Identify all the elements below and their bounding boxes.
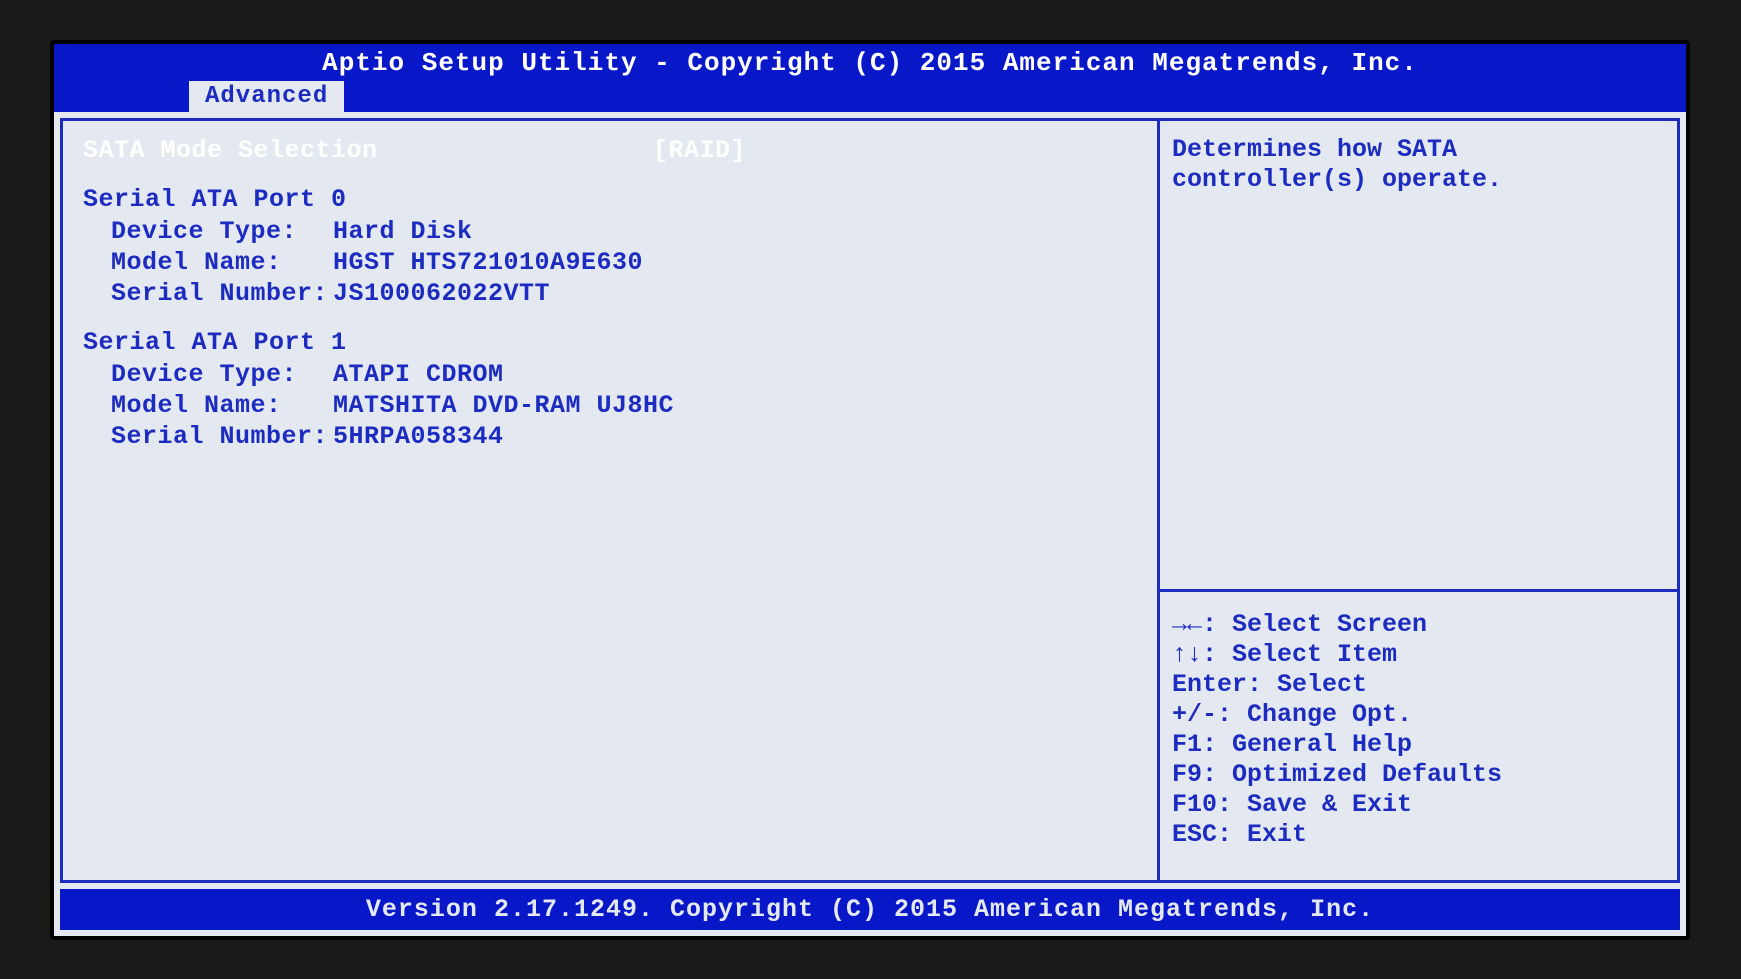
port1-serial: Serial Number: 5HRPA058344: [83, 421, 1137, 452]
help-change-opt: +/-: Change Opt.: [1172, 700, 1665, 730]
field-value: HGST HTS721010A9E630: [333, 247, 643, 278]
bios-screen: Aptio Setup Utility - Copyright (C) 2015…: [54, 44, 1686, 936]
help-esc: ESC: Exit: [1172, 820, 1665, 850]
field-value: JS100062022VTT: [333, 278, 550, 309]
field-value: 5HRPA058344: [333, 421, 504, 452]
title-bar: Aptio Setup Utility - Copyright (C) 2015…: [54, 44, 1686, 80]
field-label: Model Name:: [83, 247, 333, 278]
tab-row: Advanced: [54, 80, 1686, 112]
port1-device-type: Device Type: ATAPI CDROM: [83, 359, 1137, 390]
port1-model: Model Name: MATSHITA DVD-RAM UJ8HC: [83, 390, 1137, 421]
field-value: Hard Disk: [333, 216, 473, 247]
help-enter: Enter: Select: [1172, 670, 1665, 700]
help-description: Determines how SATA controller(s) operat…: [1172, 135, 1665, 195]
port0-model: Model Name: HGST HTS721010A9E630: [83, 247, 1137, 278]
field-label: Model Name:: [83, 390, 333, 421]
port0-serial: Serial Number: JS100062022VTT: [83, 278, 1137, 309]
help-f9: F9: Optimized Defaults: [1172, 760, 1665, 790]
field-label: Serial Number:: [83, 421, 333, 452]
panels: SATA Mode Selection [RAID] Serial ATA Po…: [60, 118, 1680, 883]
sata-mode-selection-row[interactable]: SATA Mode Selection [RAID]: [83, 135, 1137, 166]
sata-mode-value: [RAID]: [653, 135, 746, 166]
help-f1: F1: General Help: [1172, 730, 1665, 760]
port1-title: Serial ATA Port 1: [83, 327, 1137, 358]
help-f10: F10: Save & Exit: [1172, 790, 1665, 820]
port0-device-type: Device Type: Hard Disk: [83, 216, 1137, 247]
field-value: MATSHITA DVD-RAM UJ8HC: [333, 390, 674, 421]
help-select-screen: →←: Select Screen: [1172, 610, 1665, 640]
help-description-box: Determines how SATA controller(s) operat…: [1160, 121, 1677, 589]
footer-bar: Version 2.17.1249. Copyright (C) 2015 Am…: [60, 889, 1680, 930]
help-panel: Determines how SATA controller(s) operat…: [1157, 121, 1677, 880]
field-label: Device Type:: [83, 359, 333, 390]
port0-title: Serial ATA Port 0: [83, 184, 1137, 215]
sata-mode-label: SATA Mode Selection: [83, 135, 653, 166]
field-label: Serial Number:: [83, 278, 333, 309]
key-help-box: →←: Select Screen ↑↓: Select Item Enter:…: [1160, 589, 1677, 880]
monitor-frame: Aptio Setup Utility - Copyright (C) 2015…: [50, 40, 1690, 940]
body-wrap: SATA Mode Selection [RAID] Serial ATA Po…: [54, 112, 1686, 936]
tab-advanced[interactable]: Advanced: [189, 81, 344, 112]
help-select-item: ↑↓: Select Item: [1172, 640, 1665, 670]
main-panel: SATA Mode Selection [RAID] Serial ATA Po…: [63, 121, 1157, 880]
field-value: ATAPI CDROM: [333, 359, 504, 390]
field-label: Device Type:: [83, 216, 333, 247]
